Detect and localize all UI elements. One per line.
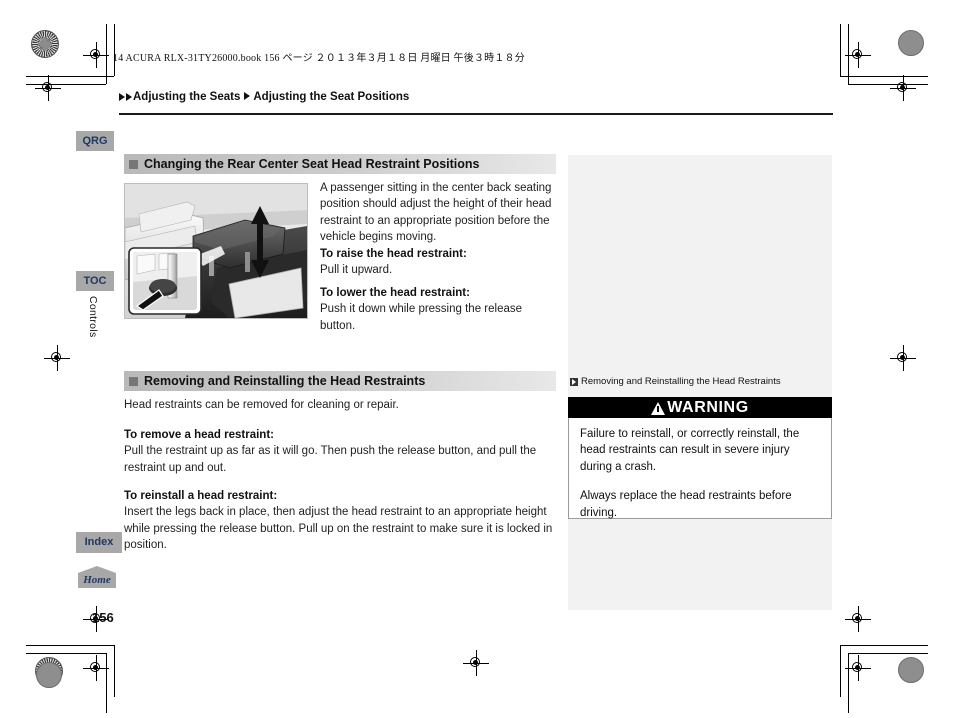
registration-mark-bottom-center <box>463 650 489 676</box>
crop-mark-top-right-v2 <box>840 24 841 76</box>
section-heading-changing-rear-center: Changing the Rear Center Seat Head Restr… <box>124 154 556 174</box>
chapter-label-controls: Controls <box>87 296 99 338</box>
section-2-step-remove: To remove a head restraint: Pull the res… <box>124 427 556 476</box>
registration-mark-top-right-outer <box>890 75 916 101</box>
side-note-marker-icon <box>570 377 578 386</box>
step-text-reinstall: Insert the legs back in place, then adju… <box>124 506 553 552</box>
warning-title: WARNING <box>667 398 749 416</box>
crop-mark-bottom-right-v2 <box>840 645 841 697</box>
density-patch-top-right <box>898 30 924 56</box>
crop-mark-bottom-left-h2 <box>26 653 106 654</box>
section-1-step-lower: To lower the head restraint: Push it dow… <box>320 285 558 334</box>
side-note-caption: Removing and Reinstalling the Head Restr… <box>570 376 832 387</box>
step-text-lower: Push it down while pressing the release … <box>320 303 523 332</box>
header-divider <box>119 113 833 115</box>
sidebar-tab-qrg[interactable]: QRG <box>76 131 114 151</box>
registration-mark-bottom-left-outer <box>83 655 109 681</box>
registration-mark-top-left-outer <box>35 75 61 101</box>
step-heading-reinstall: To reinstall a head restraint: <box>124 490 278 502</box>
density-patch-bottom-right <box>898 657 924 683</box>
registration-mark-left-middle <box>44 345 70 371</box>
triangle-right-icon-3 <box>244 92 251 100</box>
figure-head-restraint-adjustment <box>124 183 308 319</box>
bullet-square-icon-2 <box>129 376 138 386</box>
sidebar-tab-toc[interactable]: TOC <box>76 271 114 291</box>
registration-mark-top-left-inner <box>83 42 109 68</box>
warning-paragraph-1: Failure to reinstall, or correctly reins… <box>580 428 800 473</box>
section-2-intro-text: Head restraints can be removed for clean… <box>124 399 399 411</box>
head-restraint-illustration-svg <box>125 184 307 318</box>
page-number: 156 <box>92 610 114 625</box>
step-heading-lower: To lower the head restraint: <box>320 287 470 299</box>
section-heading-removing-reinstalling: Removing and Reinstalling the Head Restr… <box>124 371 556 391</box>
density-patch-bottom-left <box>36 662 62 688</box>
side-note-caption-text: Removing and Reinstalling the Head Restr… <box>581 376 781 387</box>
registration-mark-bottom-right-outer <box>845 606 871 632</box>
section-1-intro-text: A passenger sitting in the center back s… <box>320 182 552 244</box>
step-heading-remove: To remove a head restraint: <box>124 429 274 441</box>
crop-mark-bottom-left-h <box>26 645 114 646</box>
step-heading-raise: To raise the head restraint: <box>320 248 467 260</box>
registration-mark-bottom-right-inner <box>845 655 871 681</box>
bullet-square-icon <box>129 159 138 169</box>
crop-mark-bottom-right-h2 <box>848 653 928 654</box>
section-2-step-reinstall: To reinstall a head restraint: Insert th… <box>124 488 556 554</box>
section-heading-text-2: Removing and Reinstalling the Head Restr… <box>144 374 426 388</box>
breadcrumb-level-1[interactable]: Adjusting the Seats <box>133 91 240 103</box>
warning-paragraph-2: Always replace the head restraints befor… <box>580 490 792 519</box>
triangle-right-icon <box>119 93 125 101</box>
crop-mark-bottom-right-h <box>840 645 928 646</box>
crop-mark-bottom-left-v2 <box>114 645 115 697</box>
registration-mark-top-right-inner <box>845 42 871 68</box>
sidebar-tab-home[interactable]: Home <box>78 566 116 588</box>
section-heading-text: Changing the Rear Center Seat Head Restr… <box>144 157 480 171</box>
warning-box: Failure to reinstall, or correctly reins… <box>568 418 832 519</box>
section-1-step-raise: To raise the head restraint: Pull it upw… <box>320 246 558 279</box>
breadcrumb-level-2[interactable]: Adjusting the Seat Positions <box>253 91 409 103</box>
warning-banner: WARNING <box>568 397 832 418</box>
color-rosette-top-left <box>31 30 59 58</box>
triangle-right-icon-2 <box>126 93 132 101</box>
breadcrumb: Adjusting the Seats Adjusting the Seat P… <box>119 91 409 103</box>
step-text-remove: Pull the restraint up as far as it will … <box>124 445 537 474</box>
sidebar-tab-index[interactable]: Index <box>76 532 122 553</box>
book-header-line: 14 ACURA RLX-31TY26000.book 156 ページ ２０１３… <box>113 53 525 64</box>
warning-triangle-icon <box>651 402 666 415</box>
step-text-raise: Pull it upward. <box>320 264 393 277</box>
registration-mark-right-middle <box>890 345 916 371</box>
crop-mark-top-right-h2 <box>848 84 928 85</box>
